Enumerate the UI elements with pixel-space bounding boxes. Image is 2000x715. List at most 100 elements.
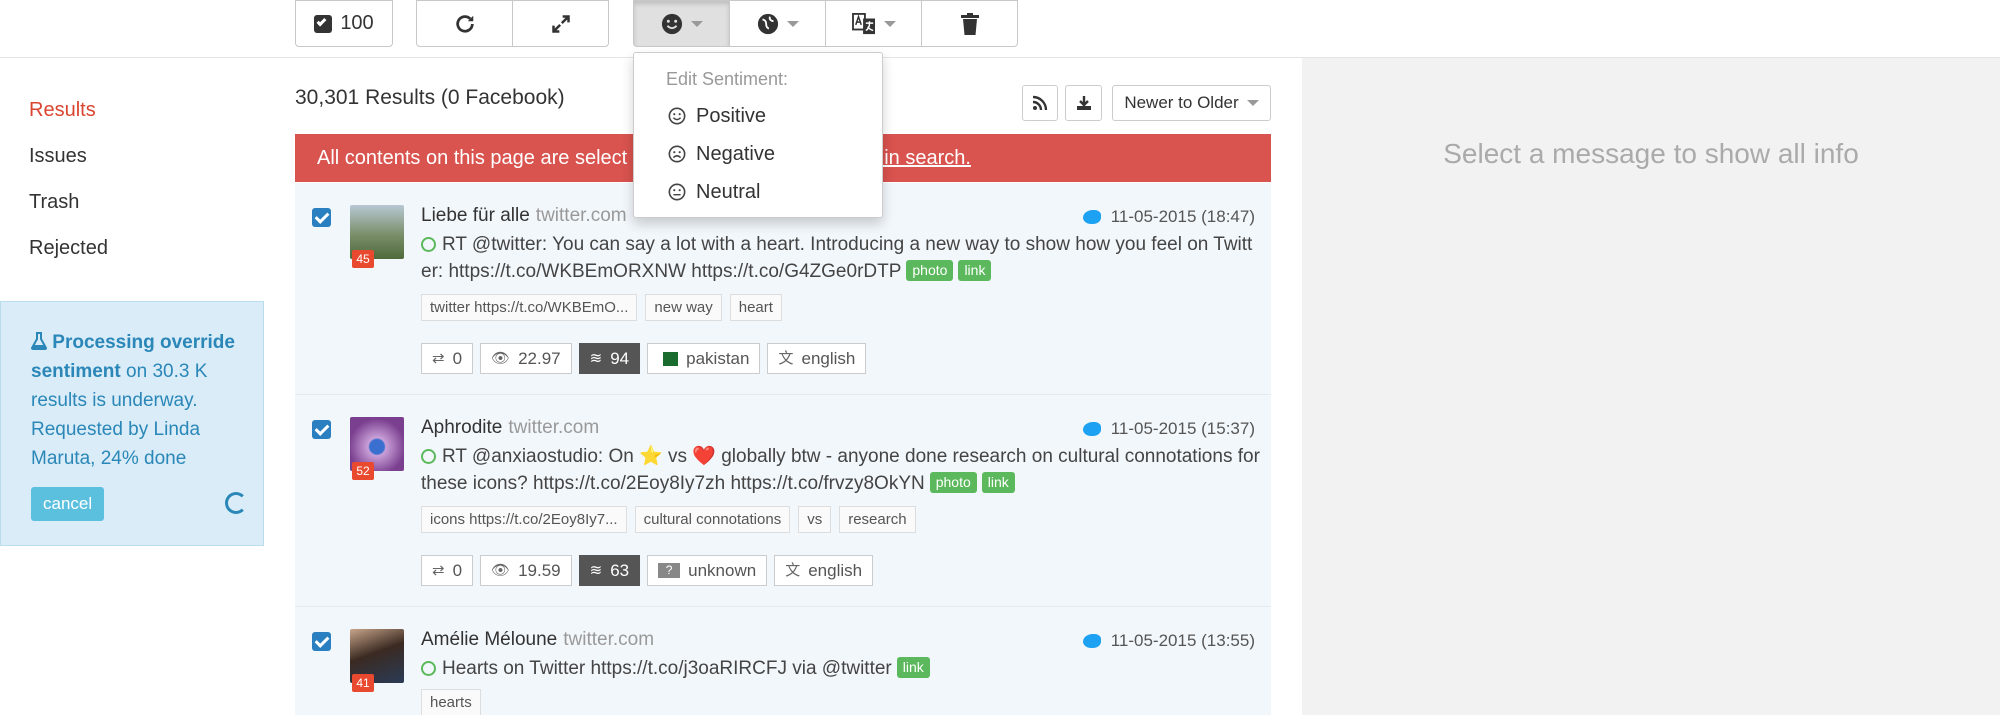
item-checkbox[interactable] bbox=[312, 632, 331, 651]
author-name[interactable]: Amélie Méloune bbox=[421, 629, 557, 650]
delete-button[interactable] bbox=[921, 0, 1018, 47]
sort-select[interactable]: Newer to Older bbox=[1112, 85, 1271, 121]
country-button[interactable] bbox=[729, 0, 826, 47]
item-author: Aphrodite twitter.com bbox=[421, 417, 599, 439]
select-count: 100 bbox=[340, 12, 374, 34]
smile-icon bbox=[661, 13, 682, 34]
view-button-group bbox=[416, 0, 609, 47]
retweet-value: 0 bbox=[452, 561, 463, 580]
positive-sentiment-icon bbox=[421, 661, 436, 676]
item-author: Liebe für alle twitter.com bbox=[421, 205, 627, 227]
item-tags: icons https://t.co/2Eoy8Iy7... cultural … bbox=[421, 506, 916, 533]
language-tag: 文 english bbox=[774, 555, 874, 586]
reach-count: ≋ 94 bbox=[578, 343, 641, 374]
sentiment-dropdown: Edit Sentiment: Positive Negative Neutra… bbox=[633, 52, 883, 218]
menu-item-label: Neutral bbox=[696, 181, 761, 203]
author-source: twitter.com bbox=[508, 417, 600, 438]
photo-badge: photo bbox=[929, 472, 977, 493]
views-count: 👁 22.97 bbox=[480, 343, 572, 374]
retweet-count: ⇄ 0 bbox=[421, 555, 474, 586]
expand-icon bbox=[551, 14, 570, 33]
detail-panel: Select a message to show all info bbox=[1302, 58, 2000, 715]
refresh-button[interactable] bbox=[416, 0, 513, 47]
translate-icon: 文 bbox=[785, 562, 801, 579]
results-list: 45 Liebe für alle twitter.com 11-05-2015 … bbox=[295, 183, 1271, 715]
alert-text: All contents on this page are select bbox=[317, 147, 628, 169]
menu-item-positive[interactable]: Positive bbox=[634, 97, 882, 135]
tag[interactable]: hearts bbox=[421, 689, 481, 715]
menu-item-label: Positive bbox=[696, 105, 767, 127]
views-value: 19.59 bbox=[518, 561, 561, 580]
photo-badge: photo bbox=[906, 260, 954, 281]
wifi-icon: ≋ bbox=[589, 562, 603, 579]
list-item[interactable]: 41 Amélie Méloune twitter.com 11-05-2015 … bbox=[295, 607, 1271, 715]
sort-label: Newer to Older bbox=[1124, 93, 1239, 112]
author-name[interactable]: Liebe für alle bbox=[421, 205, 530, 226]
eye-icon: 👁 bbox=[491, 562, 511, 579]
flask-icon bbox=[30, 332, 48, 350]
download-button[interactable] bbox=[1065, 85, 1102, 121]
language-button[interactable] bbox=[825, 0, 922, 47]
message-text: RT @twitter: You can say a lot with a he… bbox=[421, 234, 1253, 282]
tag[interactable]: vs bbox=[798, 506, 832, 533]
tag[interactable]: heart bbox=[729, 294, 782, 321]
menu-item-negative[interactable]: Negative bbox=[634, 135, 882, 173]
translate-icon: 文 bbox=[778, 350, 794, 367]
item-date: 11-05-2015 (18:47) bbox=[1082, 207, 1255, 227]
flag-icon bbox=[658, 351, 679, 366]
action-button-group bbox=[633, 0, 1018, 47]
sidebar-item-rejected[interactable]: Rejected bbox=[29, 233, 108, 279]
country-tag: pakistan bbox=[647, 343, 761, 374]
menu-item-neutral[interactable]: Neutral bbox=[634, 173, 882, 211]
sidebar-item-trash[interactable]: Trash bbox=[29, 187, 108, 233]
retweet-icon: ⇄ bbox=[432, 562, 445, 579]
date-text: 11-05-2015 (18:47) bbox=[1110, 207, 1255, 226]
detail-placeholder: Select a message to show all info bbox=[1443, 138, 1859, 169]
item-text: Hearts on Twitter https://t.co/j3oaRIRCF… bbox=[421, 655, 1261, 682]
sidebar-item-issues[interactable]: Issues bbox=[29, 141, 108, 187]
score-badge: 52 bbox=[352, 462, 374, 480]
dropdown-header: Edit Sentiment: bbox=[666, 69, 789, 89]
author-source: twitter.com bbox=[563, 629, 655, 650]
item-text: RT @anxiaostudio: On ⭐ vs ❤️ globally bt… bbox=[421, 443, 1261, 497]
item-text: RT @twitter: You can say a lot with a he… bbox=[421, 231, 1261, 285]
item-checkbox[interactable] bbox=[312, 208, 331, 227]
message-text: Hearts on Twitter https://t.co/j3oaRIRCF… bbox=[442, 658, 892, 679]
tag[interactable]: research bbox=[839, 506, 916, 533]
sidebar-nav: Results Issues Trash Rejected bbox=[29, 95, 108, 279]
tag[interactable]: twitter https://t.co/WKBEmO... bbox=[421, 294, 638, 321]
tag[interactable]: cultural connotations bbox=[634, 506, 791, 533]
tag[interactable]: icons https://t.co/2Eoy8Iy7... bbox=[421, 506, 627, 533]
retweet-count: ⇄ 0 bbox=[421, 343, 474, 374]
smile-icon bbox=[668, 107, 686, 125]
reach-value: 94 bbox=[610, 349, 630, 368]
reach-count: ≋ 63 bbox=[578, 555, 641, 586]
item-tags: hearts bbox=[421, 689, 481, 715]
reach-value: 63 bbox=[610, 561, 630, 580]
country-value: pakistan bbox=[686, 349, 750, 368]
language-value: english bbox=[801, 349, 856, 368]
item-date: 11-05-2015 (15:37) bbox=[1082, 419, 1255, 439]
rss-button[interactable] bbox=[1022, 85, 1058, 121]
country-tag: ? unknown bbox=[647, 555, 768, 586]
select-all-button[interactable]: 100 bbox=[295, 0, 393, 47]
twitter-icon bbox=[1082, 634, 1101, 648]
unknown-flag-icon: ? bbox=[658, 563, 681, 578]
expand-button[interactable] bbox=[512, 0, 609, 47]
item-stats: ⇄ 0 👁 22.97 ≋ 94 pakistan 文 english bbox=[421, 343, 867, 374]
list-item[interactable]: 52 Aphrodite twitter.com 11-05-2015 (15:3… bbox=[295, 395, 1271, 607]
results-count: 30,301 Results (0 Facebook) bbox=[295, 86, 565, 109]
meh-icon bbox=[668, 183, 686, 201]
item-date: 11-05-2015 (13:55) bbox=[1082, 631, 1255, 651]
twitter-icon bbox=[1082, 210, 1101, 224]
score-badge: 45 bbox=[352, 250, 374, 268]
retweet-icon: ⇄ bbox=[432, 350, 445, 367]
item-checkbox[interactable] bbox=[312, 420, 331, 439]
tag[interactable]: new way bbox=[645, 294, 722, 321]
sidebar-item-results[interactable]: Results bbox=[29, 95, 108, 141]
twitter-icon bbox=[1082, 422, 1101, 436]
cancel-button[interactable]: cancel bbox=[31, 487, 105, 521]
sentiment-button[interactable] bbox=[633, 0, 730, 47]
author-name[interactable]: Aphrodite bbox=[421, 417, 502, 438]
language-tag: 文 english bbox=[767, 343, 867, 374]
